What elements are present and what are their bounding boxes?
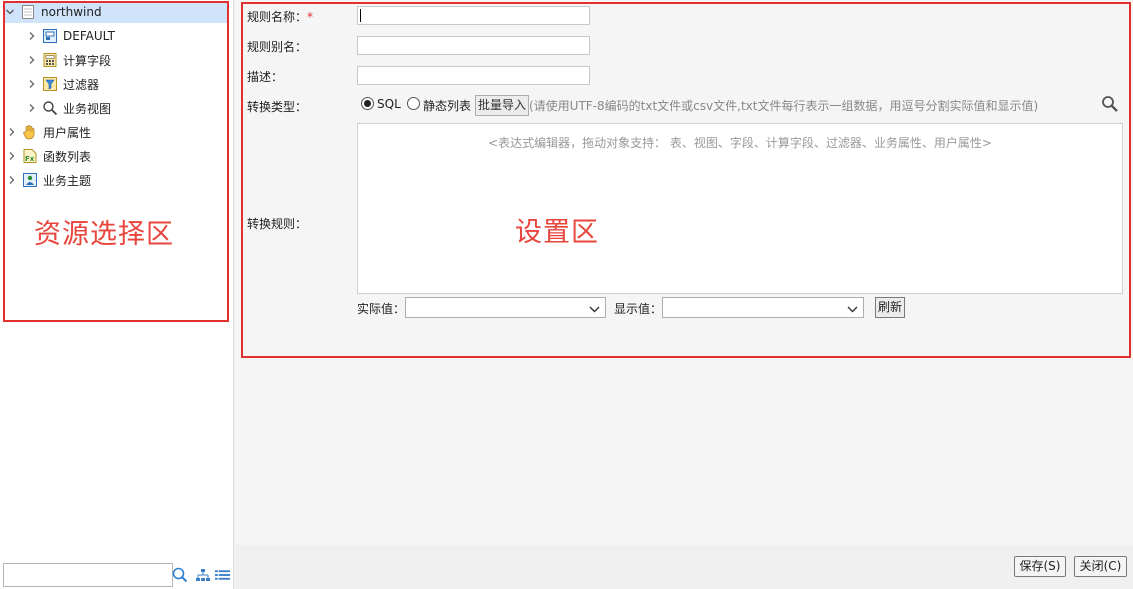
settings-zone-outline (241, 2, 1131, 358)
tree-search-input[interactable] (3, 563, 173, 587)
tree-view-icon[interactable] (194, 566, 211, 583)
search-icon[interactable] (171, 566, 188, 583)
resource-zone-outline (3, 1, 229, 322)
close-button[interactable]: 关闭(C) (1074, 556, 1127, 577)
save-button[interactable]: 保存(S) (1014, 556, 1066, 577)
dialog-footer (235, 545, 1133, 589)
list-view-icon[interactable] (214, 566, 231, 583)
